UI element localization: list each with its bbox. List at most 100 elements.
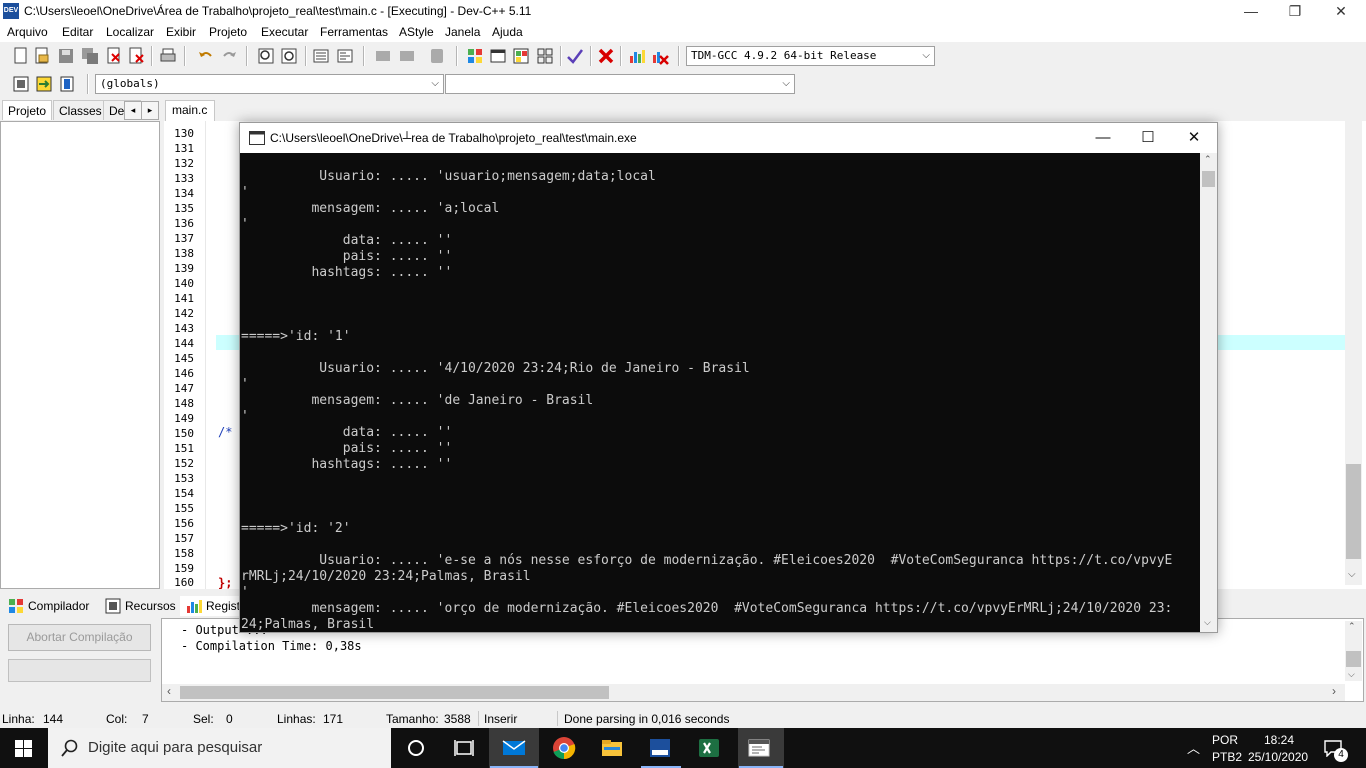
line-number: 154 (174, 487, 194, 500)
editor-scrollbar[interactable]: ⌵ (1345, 121, 1362, 585)
menu-ajuda[interactable]: Ajuda (492, 25, 523, 39)
save-all-icon[interactable] (81, 47, 99, 65)
chevron-up-icon[interactable]: ⌃ (1204, 154, 1212, 165)
tab-classes[interactable]: Classes (53, 100, 108, 120)
chevron-down-icon[interactable]: ⌵ (1348, 569, 1356, 580)
close-all-icon[interactable] (128, 47, 146, 65)
log-horizontal-scrollbar[interactable]: ‹ › (162, 684, 1345, 701)
menu-janela[interactable]: Janela (445, 25, 480, 39)
devcpp-app-icon: DEV (3, 3, 19, 19)
delete-profile-icon[interactable] (651, 47, 669, 65)
tray-date[interactable]: 25/10/2020 (1248, 750, 1308, 764)
print-icon[interactable] (159, 47, 177, 65)
rebuild-all-icon[interactable] (536, 47, 554, 65)
find-icon[interactable] (257, 47, 275, 65)
goto-next-icon[interactable] (398, 47, 416, 65)
tray-keyboard-layout[interactable]: PTB2 (1212, 750, 1242, 764)
line-number: 145 (174, 352, 194, 365)
new-file-icon[interactable] (12, 47, 30, 65)
maximize-button[interactable]: ❐ (1272, 0, 1318, 22)
run-icon[interactable] (489, 47, 507, 65)
unindent-icon[interactable] (336, 47, 354, 65)
compile-run-icon[interactable] (512, 47, 530, 65)
abort-compilation-button[interactable]: Abortar Compilação (8, 624, 151, 651)
line-number: 159 (174, 562, 194, 575)
line-number: 136 (174, 217, 194, 230)
indent-icon[interactable] (312, 47, 330, 65)
menu-arquivo[interactable]: Arquivo (7, 25, 48, 39)
compile-icon[interactable] (466, 47, 484, 65)
chevron-up-icon[interactable]: ︿ (1187, 738, 1200, 757)
menu-ferramentas[interactable]: Ferramentas (320, 25, 388, 39)
console-line: mensagem: ..... 'a;local (241, 201, 500, 216)
menu-editar[interactable]: Editar (62, 25, 93, 39)
tray-language[interactable]: POR (1212, 733, 1238, 747)
console-window[interactable]: C:\Users\leoel\OneDrive\┴rea de Trabalho… (239, 122, 1218, 633)
windows-start-icon[interactable] (15, 740, 32, 757)
file-explorer-icon[interactable] (600, 736, 624, 760)
tab-main-c[interactable]: main.c (165, 100, 215, 121)
chevron-left-icon[interactable]: ‹ (167, 684, 171, 698)
console-line: Usuario: ..... '4/10/2020 23:24;Rio de J… (241, 361, 750, 376)
chevron-up-icon[interactable]: ⌃ (1348, 621, 1356, 632)
line-number: 144 (174, 337, 194, 350)
console-output[interactable]: Usuario: ..... 'usuario;mensagem;data;lo… (240, 153, 1200, 632)
chevron-down-icon[interactable]: ⌵ (1348, 669, 1355, 680)
save-icon[interactable] (57, 47, 75, 65)
devcpp-taskbar-icon[interactable] (648, 736, 672, 760)
chrome-icon[interactable] (552, 736, 576, 760)
syntax-check-icon[interactable] (566, 47, 584, 65)
undo-icon[interactable] (197, 47, 215, 65)
goto-definition-icon[interactable] (35, 75, 53, 93)
chevron-down-icon[interactable]: ⌵ (1204, 617, 1211, 628)
insert-icon[interactable] (12, 75, 30, 93)
mail-icon[interactable] (502, 736, 526, 760)
menu-localizar[interactable]: Localizar (106, 25, 154, 39)
menu-executar[interactable]: Executar (261, 25, 308, 39)
scrollbar-thumb[interactable] (1202, 171, 1215, 187)
member-select[interactable]: ⌵ (445, 74, 795, 94)
profile-icon[interactable] (628, 47, 646, 65)
taskbar-search-box[interactable]: Digite aqui para pesquisar (48, 728, 391, 768)
chevron-left-icon[interactable]: ◂ (124, 101, 142, 120)
chevron-right-icon[interactable]: › (1332, 684, 1336, 698)
console-title-bar[interactable]: C:\Users\leoel\OneDrive\┴rea de Trabalho… (240, 123, 1217, 153)
scope-select[interactable]: (globals) ⌵ (95, 74, 444, 94)
compiler-select[interactable]: TDM-GCC 4.9.2 64-bit Release ⌵ (686, 46, 935, 66)
console-minimize-button[interactable]: — (1080, 123, 1126, 153)
menu-astyle[interactable]: AStyle (399, 25, 434, 39)
console-close-button[interactable]: ✕ (1171, 123, 1217, 153)
tray-time[interactable]: 18:24 (1264, 733, 1294, 747)
redo-icon[interactable] (220, 47, 238, 65)
minimize-button[interactable]: — (1228, 0, 1274, 22)
close-file-icon[interactable] (105, 47, 123, 65)
replace-icon[interactable] (280, 47, 298, 65)
tab-compilador[interactable]: Compilador (2, 596, 89, 616)
toggle-header-icon[interactable] (58, 75, 76, 93)
close-button[interactable]: ✕ (1318, 0, 1364, 22)
task-view-icon[interactable] (452, 736, 476, 760)
chevron-right-icon[interactable]: ▸ (141, 101, 159, 120)
menu-projeto[interactable]: Projeto (209, 25, 247, 39)
bookmark-icon[interactable] (428, 47, 446, 65)
scrollbar-thumb[interactable] (1346, 464, 1361, 559)
tab-projeto[interactable]: Projeto (2, 100, 53, 120)
goto-previous-icon[interactable] (374, 47, 392, 65)
scrollbar-thumb[interactable] (180, 686, 609, 699)
console-maximize-button[interactable]: ☐ (1125, 123, 1171, 153)
excel-icon[interactable] (697, 736, 721, 760)
console-taskbar-icon[interactable] (747, 736, 771, 760)
open-file-icon[interactable] (33, 47, 51, 65)
line-number-gutter: 130 131 132 133 134 135 136 137 138 139 … (164, 121, 204, 589)
log-line: - Compilation Time: 0,38s (181, 639, 362, 653)
status-col-label: Col: (106, 712, 128, 726)
stop-execution-icon[interactable] (597, 47, 615, 65)
line-number: 160 (174, 576, 194, 589)
scrollbar-thumb[interactable] (1346, 651, 1361, 667)
line-number: 148 (174, 397, 194, 410)
menu-exibir[interactable]: Exibir (166, 25, 196, 39)
log-vertical-scrollbar[interactable]: ⌃ ⌵ (1345, 621, 1362, 681)
tab-recursos[interactable]: Recursos (99, 596, 176, 616)
cortana-icon[interactable] (404, 736, 428, 760)
console-scrollbar[interactable]: ⌃ ⌵ (1200, 153, 1217, 632)
